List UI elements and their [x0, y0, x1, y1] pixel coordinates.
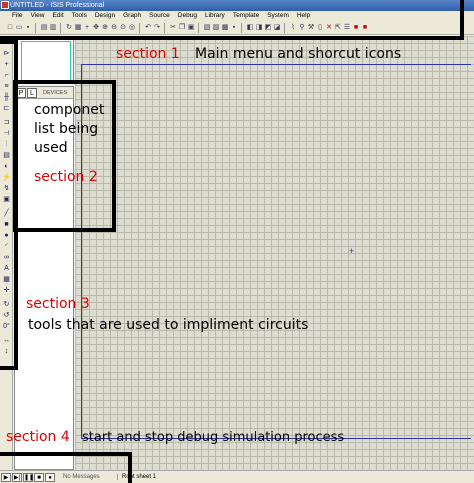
section3-description: tools that are used to impliment circuit… [28, 317, 309, 333]
section3-label: section 3 [26, 296, 90, 312]
section2-description-line2: list being [34, 121, 99, 137]
section4-label: section 4 [6, 429, 70, 445]
section4-description: start and stop debug simulation process [82, 430, 345, 445]
overview-window[interactable] [14, 36, 74, 84]
section2-description-line3: used [34, 140, 68, 156]
section3-box [0, 40, 18, 370]
sheet-border [81, 64, 471, 439]
origin-marker-icon: + [348, 246, 355, 256]
isis-window: UNTITLED - ISIS Professional File View E… [0, 0, 474, 483]
section4-box [0, 452, 132, 483]
section1-box [0, 0, 464, 40]
section1-description: Main menu and shorcut icons [195, 46, 402, 62]
section2-label: section 2 [34, 169, 98, 185]
section1-label: section 1 [116, 46, 180, 62]
section2-description-line1: componet [34, 102, 105, 118]
overview-viewport[interactable] [21, 41, 71, 81]
